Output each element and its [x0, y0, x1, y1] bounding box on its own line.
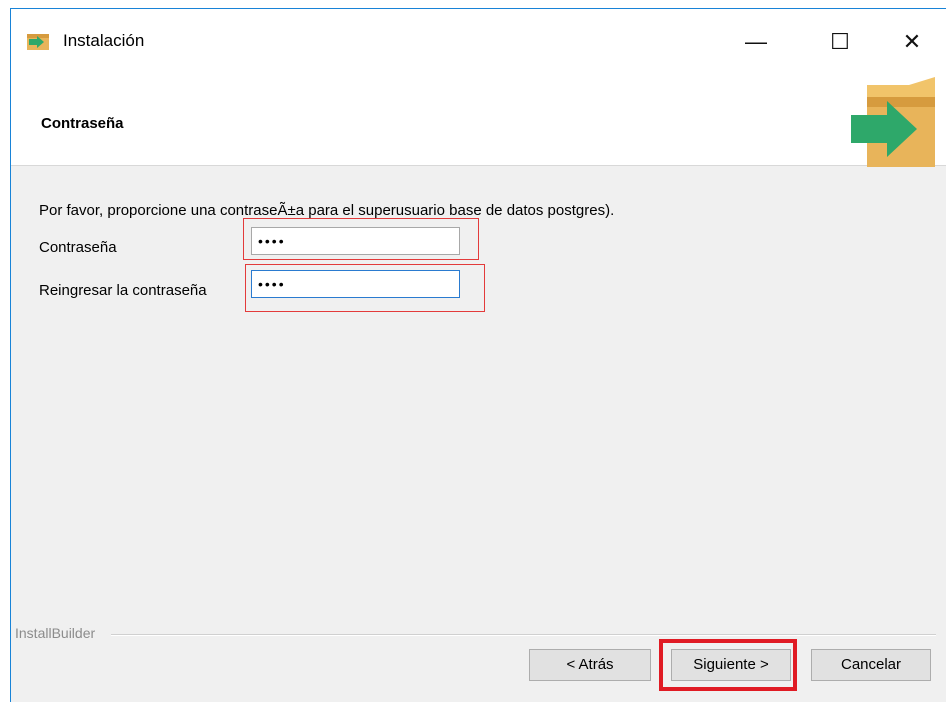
page-title: Contraseña [41, 115, 124, 132]
confirm-password-highlight [245, 264, 485, 312]
form-area: Por favor, proporcione una contraseÃ±a p… [11, 166, 946, 626]
installer-app-icon [27, 34, 49, 50]
page-header: Contraseña [11, 75, 946, 167]
password-prompt: Por favor, proporcione una contraseÃ±a p… [39, 202, 615, 219]
maximize-button[interactable]: ☐ [817, 19, 863, 65]
window-title: Instalación [63, 31, 145, 50]
password-highlight [243, 218, 479, 260]
installer-box-arrow-icon [851, 77, 935, 167]
close-button[interactable]: ✕ [889, 19, 935, 65]
back-button[interactable]: < Atrás [529, 649, 651, 681]
minimize-button[interactable]: — [733, 19, 779, 65]
next-button-highlight [659, 639, 797, 691]
installer-window: Instalación — ☐ ✕ Contraseña Por favor, … [10, 8, 946, 702]
installbuilder-brand: InstallBuilder [15, 625, 102, 641]
confirm-password-label: Reingresar la contraseña [39, 282, 207, 299]
footer-divider [111, 634, 936, 636]
cancel-button[interactable]: Cancelar [811, 649, 931, 681]
title-bar: Instalación — ☐ ✕ [11, 9, 946, 75]
password-label: Contraseña [39, 239, 117, 256]
